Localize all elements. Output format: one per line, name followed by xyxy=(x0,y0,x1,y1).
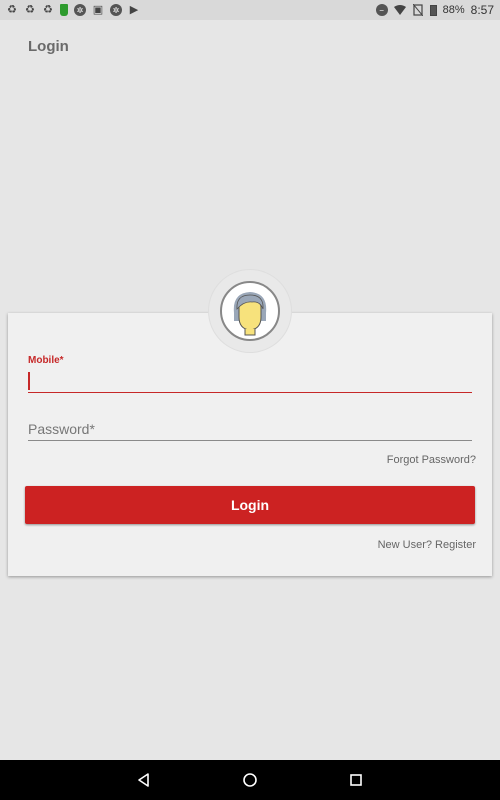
dnd-icon: − xyxy=(375,4,388,16)
settings-app-icon: ✲ xyxy=(110,4,122,16)
password-input[interactable] xyxy=(28,417,472,441)
avatar xyxy=(209,270,291,352)
navigation-bar xyxy=(0,760,500,800)
battery-percent: 88% xyxy=(442,4,465,16)
recents-icon[interactable] xyxy=(346,770,366,790)
clock: 8:57 xyxy=(470,3,494,17)
register-link[interactable]: New User? Register xyxy=(378,539,476,551)
battery-icon xyxy=(429,4,437,16)
store-icon: ▶ xyxy=(129,3,139,16)
mobile-input[interactable] xyxy=(28,369,472,393)
no-sim-icon xyxy=(412,4,424,16)
recycle-icon: ♻ xyxy=(43,3,53,16)
settings-app-icon: ✲ xyxy=(74,4,86,16)
green-bucket-icon xyxy=(60,4,68,16)
recycle-icon: ♻ xyxy=(25,3,35,16)
recycle-icon: ♻ xyxy=(7,3,17,16)
gallery-icon: ▣ xyxy=(92,3,104,16)
status-left-icons: ♻ ♻ ♻ ✲ ▣ ✲ ▶ xyxy=(6,4,140,16)
home-icon[interactable] xyxy=(240,770,260,790)
page-title: Login xyxy=(28,38,69,55)
login-button[interactable]: Login xyxy=(25,486,475,524)
back-icon[interactable] xyxy=(134,770,154,790)
login-card: Mobile* Forgot Password? Login New User?… xyxy=(8,313,492,576)
wifi-icon xyxy=(393,4,406,16)
mobile-label: Mobile* xyxy=(28,355,64,366)
user-avatar-icon xyxy=(220,281,280,341)
status-right-icons: − 88% 8:57 xyxy=(375,3,494,17)
status-bar: ♻ ♻ ♻ ✲ ▣ ✲ ▶ − 88% 8:57 xyxy=(0,0,500,20)
forgot-password-link[interactable]: Forgot Password? xyxy=(387,454,476,466)
text-caret xyxy=(28,372,30,390)
